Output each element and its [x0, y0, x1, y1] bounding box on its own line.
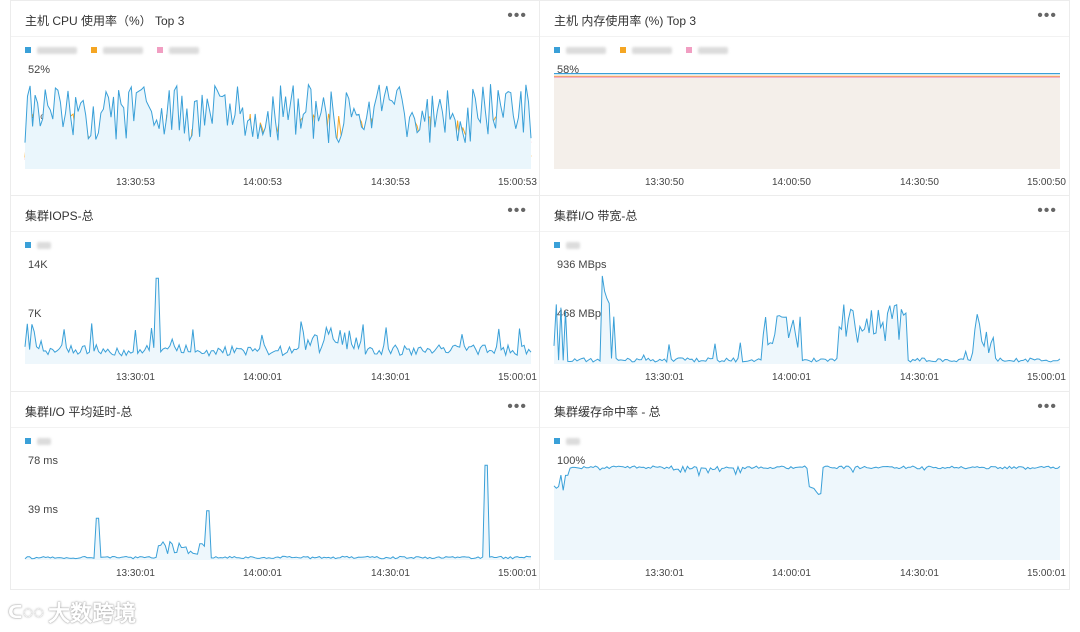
chart-svg: 100%50%13:30:0114:00:0114:30:0115:00:01: [553, 455, 1066, 579]
series-area: [554, 466, 1060, 560]
y-tick-label: 468 MBps: [557, 308, 607, 320]
y-tick-label: 39 ms: [28, 504, 58, 516]
x-tick-label: 15:00:53: [498, 177, 537, 188]
x-tick-label: 14:30:01: [900, 568, 939, 579]
dashboard-grid: 主机 CPU 使用率（%） Top 3•••52%26%13:30:5314:0…: [10, 0, 1070, 590]
x-tick-label: 14:00:53: [243, 177, 282, 188]
x-tick-label: 14:30:01: [371, 372, 410, 383]
chart-svg: 936 MBps 468 MBps 13:30:01 14:00:01 14:30:01…: [553, 259, 1066, 383]
x-tick-label: 13:30:01: [645, 372, 684, 383]
x-tick-label: 15:00:01: [498, 372, 537, 383]
watermark: ᑕ◌◌ 大数跨境: [8, 596, 136, 628]
x-tick-label: 13:30:01: [116, 372, 155, 383]
panel-bandwidth: 集群I/O 带宽-总 ••• 936 MBps 468 MBps 13:30:01 14:…: [540, 196, 1070, 392]
panel-latency: 集群I/O 平均延时-总 ••• 78 ms 39 ms 13:30:01 14:00:0…: [10, 392, 540, 590]
chart-svg: 14K 7K 13:30:01 14:00:01 14:30:01 15:00:01: [24, 259, 537, 383]
x-tick-label: 13:30:50: [645, 177, 684, 188]
x-tick-label: 14:30:53: [371, 177, 410, 188]
x-tick-label: 15:00:50: [1027, 177, 1066, 188]
y-tick-label: 100%: [557, 455, 585, 467]
y-tick-label: 52%: [28, 64, 50, 76]
x-tick-label: 13:30:01: [116, 568, 155, 579]
x-tick-label: 14:00:01: [772, 372, 811, 383]
panel-memory: 主机 内存使用率 (%) Top 3•••58%29%13:30:5014:00…: [540, 0, 1070, 196]
series-line: [24, 277, 532, 358]
x-tick-label: 14:00:50: [772, 177, 811, 188]
chart-svg: 78 ms 39 ms 13:30:01 14:00:01 14:30:01 15:00:…: [24, 455, 537, 579]
x-tick-label: 14:30:50: [900, 177, 939, 188]
chart-svg: 58%29%13:30:5014:00:5014:30:5015:00:50: [554, 64, 1066, 188]
series-area: [554, 275, 1060, 364]
chart-svg: 52%26%13:30:5314:00:5314:30:5315:00:53: [24, 64, 537, 188]
x-tick-label: 15:00:01: [1027, 372, 1066, 383]
y-tick-label: 7K: [28, 308, 42, 320]
y-tick-label: 936 MBps: [557, 259, 607, 271]
panel-cache-hit: 集群缓存命中率 - 总•••100%50%13:30:0114:00:0114:…: [540, 392, 1070, 590]
x-tick-label: 13:30:01: [645, 568, 684, 579]
y-tick-label: 14K: [28, 259, 48, 271]
panel-cpu: 主机 CPU 使用率（%） Top 3•••52%26%13:30:5314:0…: [10, 0, 540, 196]
x-tick-label: 13:30:53: [116, 177, 155, 188]
x-tick-label: 14:00:01: [243, 372, 282, 383]
x-tick-label: 15:00:01: [1027, 568, 1066, 579]
series-area: [25, 465, 531, 560]
watermark-logo-icon: ᑕ◌◌: [8, 601, 45, 622]
series-line: [24, 464, 532, 560]
y-tick-label: 78 ms: [28, 455, 58, 467]
panel-iops: 集群IOPS-总 ••• 14K 7K 13:30:01 14:00:01 14:30:01…: [10, 196, 540, 392]
series-area: [554, 77, 1060, 169]
x-tick-label: 14:30:01: [900, 372, 939, 383]
watermark-text: 大数跨境: [48, 601, 137, 626]
x-tick-label: 14:00:01: [772, 568, 811, 579]
x-tick-label: 14:00:01: [243, 568, 282, 579]
x-tick-label: 15:00:01: [498, 568, 537, 579]
x-tick-label: 14:30:01: [371, 568, 410, 579]
